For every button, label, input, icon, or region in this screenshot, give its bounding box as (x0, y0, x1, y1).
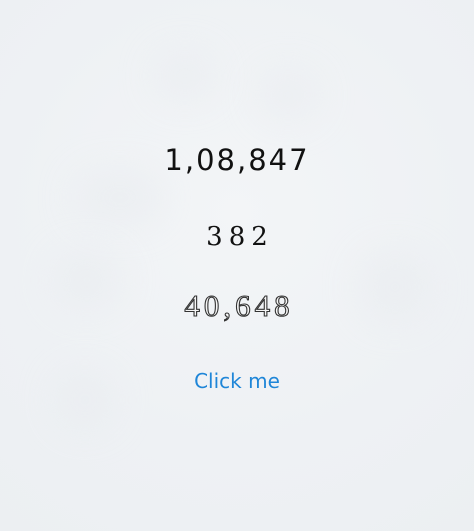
number-display-primary: 1,08,847 (164, 143, 310, 177)
page-background (0, 0, 474, 531)
number-display-outlined: 40,648 (184, 288, 294, 323)
blurred-background-shape (258, 70, 318, 120)
blurred-background-shape (75, 170, 165, 225)
blurred-background-shape (155, 52, 215, 100)
number-display-secondary: 382 (206, 222, 274, 252)
click-me-button[interactable]: Click me (0, 371, 474, 391)
